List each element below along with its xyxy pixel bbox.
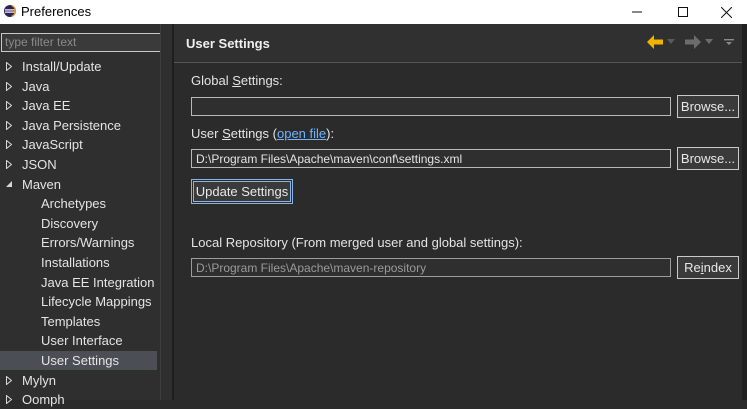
user-settings-label: User Settings (open file): — [191, 126, 335, 141]
local-repository-field: D:\Program Files\Apache\maven-repository — [191, 258, 671, 277]
chevron-down-icon — [667, 39, 675, 44]
view-menu[interactable] — [724, 32, 734, 52]
minimize-icon — [632, 11, 642, 13]
sidebar-item-json[interactable]: JSON — [0, 155, 157, 174]
sidebar-item-java[interactable]: Java — [0, 77, 157, 96]
sidebar-item-label: Templates — [41, 313, 101, 329]
page-title: User Settings — [186, 36, 270, 51]
sidebar-item-label: Install/Update — [22, 59, 102, 74]
sidebar-item-discovery[interactable]: Discovery — [0, 214, 157, 233]
local-repository-label: Local Repository (From merged user and g… — [191, 235, 523, 250]
sidebar-item-javascript[interactable]: JavaScript — [0, 135, 157, 154]
window-edge — [742, 24, 747, 400]
preferences-sidebar: type filter text Install/Update Java Java … — [0, 24, 173, 407]
forward-arrow-icon — [685, 35, 701, 49]
sidebar-item-label: Errors/Warnings — [41, 235, 135, 251]
sidebar-item-java-persistence[interactable]: Java Persistence — [0, 116, 157, 135]
sidebar-item-lifecycle-mappings[interactable]: Lifecycle Mappings — [0, 292, 157, 311]
collapsed-arrow-icon[interactable] — [4, 135, 14, 154]
sidebar-item-label: User Settings — [41, 353, 120, 368]
sidebar-item-install-update[interactable]: Install/Update — [0, 57, 157, 76]
view-menu-icon — [724, 39, 734, 45]
panel-header: User Settings — [174, 24, 747, 63]
filter-input[interactable]: type filter text — [1, 33, 166, 52]
sidebar-item-label: JavaScript — [22, 137, 83, 153]
sidebar-item-user-interface[interactable]: User Interface — [0, 331, 157, 350]
update-settings-button[interactable]: Update Settings — [191, 179, 293, 204]
sidebar-item-label: Java EE — [22, 98, 71, 114]
sidebar-item-java-ee-integration[interactable]: Java EE Integration — [0, 273, 157, 292]
global-browse-button[interactable]: Browse... — [677, 95, 739, 118]
sidebar-item-label: Lifecycle Mappings — [41, 294, 152, 310]
sidebar-item-label: Archetypes — [41, 196, 107, 212]
settings-panel: User Settings Global Settings: Browse...… — [174, 24, 747, 400]
sidebar-item-errors-warnings[interactable]: Errors/Warnings — [0, 233, 157, 252]
global-settings-label: Global Settings: — [191, 73, 283, 88]
sidebar-item-label: Java — [22, 78, 50, 94]
sidebar-item-templates[interactable]: Templates — [0, 312, 157, 331]
eclipse-app-icon — [4, 4, 17, 18]
back-arrow-icon — [647, 35, 663, 49]
expanded-arrow-icon[interactable] — [4, 175, 14, 194]
user-settings-field[interactable]: D:\Program Files\Apache\maven\conf\setti… — [191, 149, 671, 168]
global-settings-field[interactable] — [191, 97, 671, 116]
sidebar-item-archetypes[interactable]: Archetypes — [0, 194, 157, 213]
sidebar-item-maven[interactable]: Maven — [0, 175, 157, 194]
collapsed-arrow-icon[interactable] — [4, 77, 14, 96]
maximize-icon — [678, 7, 688, 17]
sidebar-item-user-settings[interactable]: User Settings — [0, 351, 157, 370]
sidebar-item-label: Java EE Integration — [41, 274, 155, 290]
collapsed-arrow-icon[interactable] — [4, 155, 14, 174]
sidebar-item-java-ee[interactable]: Java EE — [0, 96, 157, 115]
chevron-down-icon — [705, 39, 713, 44]
user-browse-button[interactable]: Browse... — [677, 147, 739, 170]
close-icon — [720, 6, 732, 18]
sidebar-item-label: Mylyn — [22, 372, 56, 388]
sidebar-item-label: JSON — [22, 157, 57, 172]
open-file-link[interactable]: open file — [277, 126, 326, 141]
window-title: Preferences — [21, 4, 92, 19]
maximize-button[interactable] — [660, 0, 706, 24]
reindex-button[interactable]: Reindex — [677, 256, 739, 279]
collapsed-arrow-icon[interactable] — [4, 116, 14, 135]
collapsed-arrow-icon[interactable] — [4, 371, 14, 390]
sidebar-item-installations[interactable]: Installations — [0, 253, 157, 272]
back-nav[interactable] — [646, 32, 675, 52]
sidebar-item-label: User Interface — [41, 333, 123, 349]
collapsed-arrow-icon[interactable] — [4, 96, 14, 115]
forward-nav[interactable] — [684, 32, 713, 52]
sidebar-item-label: Installations — [41, 255, 110, 270]
close-button[interactable] — [703, 0, 747, 24]
collapsed-arrow-icon[interactable] — [4, 57, 14, 76]
sidebar-item-label: Discovery — [41, 215, 99, 231]
sidebar-item-label: Java Persistence — [22, 117, 121, 133]
sidebar-item-label: Maven — [22, 176, 62, 192]
sidebar-item-mylyn[interactable]: Mylyn — [0, 371, 157, 390]
minimize-button[interactable] — [614, 0, 660, 24]
title-bar: Preferences — [0, 0, 747, 24]
